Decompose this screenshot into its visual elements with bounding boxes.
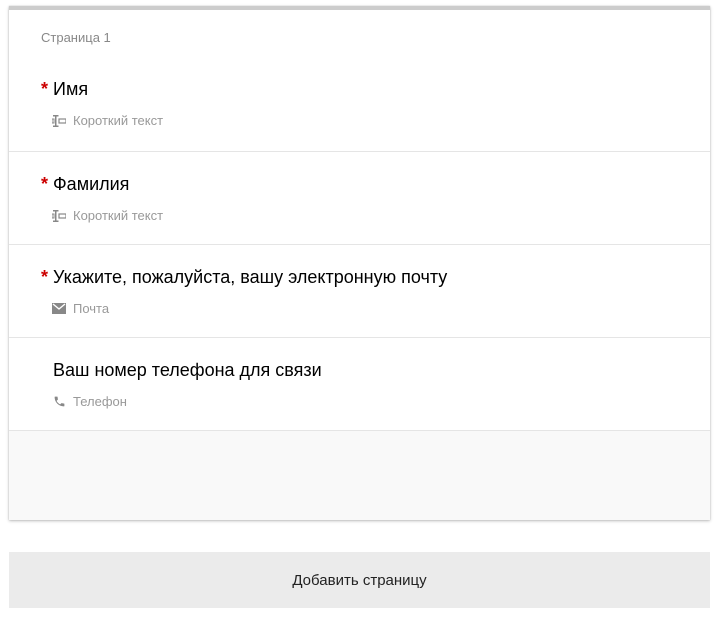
question-title: Имя — [53, 79, 89, 99]
question-type: Короткий текст — [52, 208, 163, 223]
question-title: Ваш номер телефона для связи — [53, 360, 322, 380]
question-type-label: Телефон — [73, 394, 127, 409]
question-email[interactable]: * Укажите, пожалуйста, вашу электронную … — [9, 245, 710, 338]
short-text-icon — [52, 209, 66, 223]
question-type-label: Почта — [73, 301, 110, 316]
required-marker: * — [41, 267, 49, 287]
question-name[interactable]: * Имя Короткий текст — [9, 58, 710, 152]
phone-icon — [52, 395, 66, 409]
add-page-button[interactable]: Добавить страницу — [9, 552, 710, 608]
question-type: Почта — [52, 301, 109, 316]
question-title: Укажите, пожалуйста, вашу электронную по… — [53, 267, 448, 287]
question-type: Телефон — [52, 394, 127, 409]
question-title: Фамилия — [53, 174, 130, 194]
question-surname[interactable]: * Фамилия Короткий текст — [9, 152, 710, 245]
required-marker: * — [41, 174, 49, 194]
mail-icon — [52, 302, 66, 316]
short-text-icon — [52, 114, 66, 128]
page-title: Страница 1 — [41, 30, 111, 45]
required-marker: * — [41, 79, 49, 99]
page-footer-area — [9, 431, 710, 520]
question-type-label: Короткий текст — [73, 113, 164, 128]
question-type-label: Короткий текст — [73, 208, 164, 223]
question-type: Короткий текст — [52, 113, 163, 128]
question-phone[interactable]: Ваш номер телефона для связи Телефон — [9, 338, 710, 431]
page-card: Страница 1 * Имя Короткий текст * Фамили… — [9, 6, 710, 520]
